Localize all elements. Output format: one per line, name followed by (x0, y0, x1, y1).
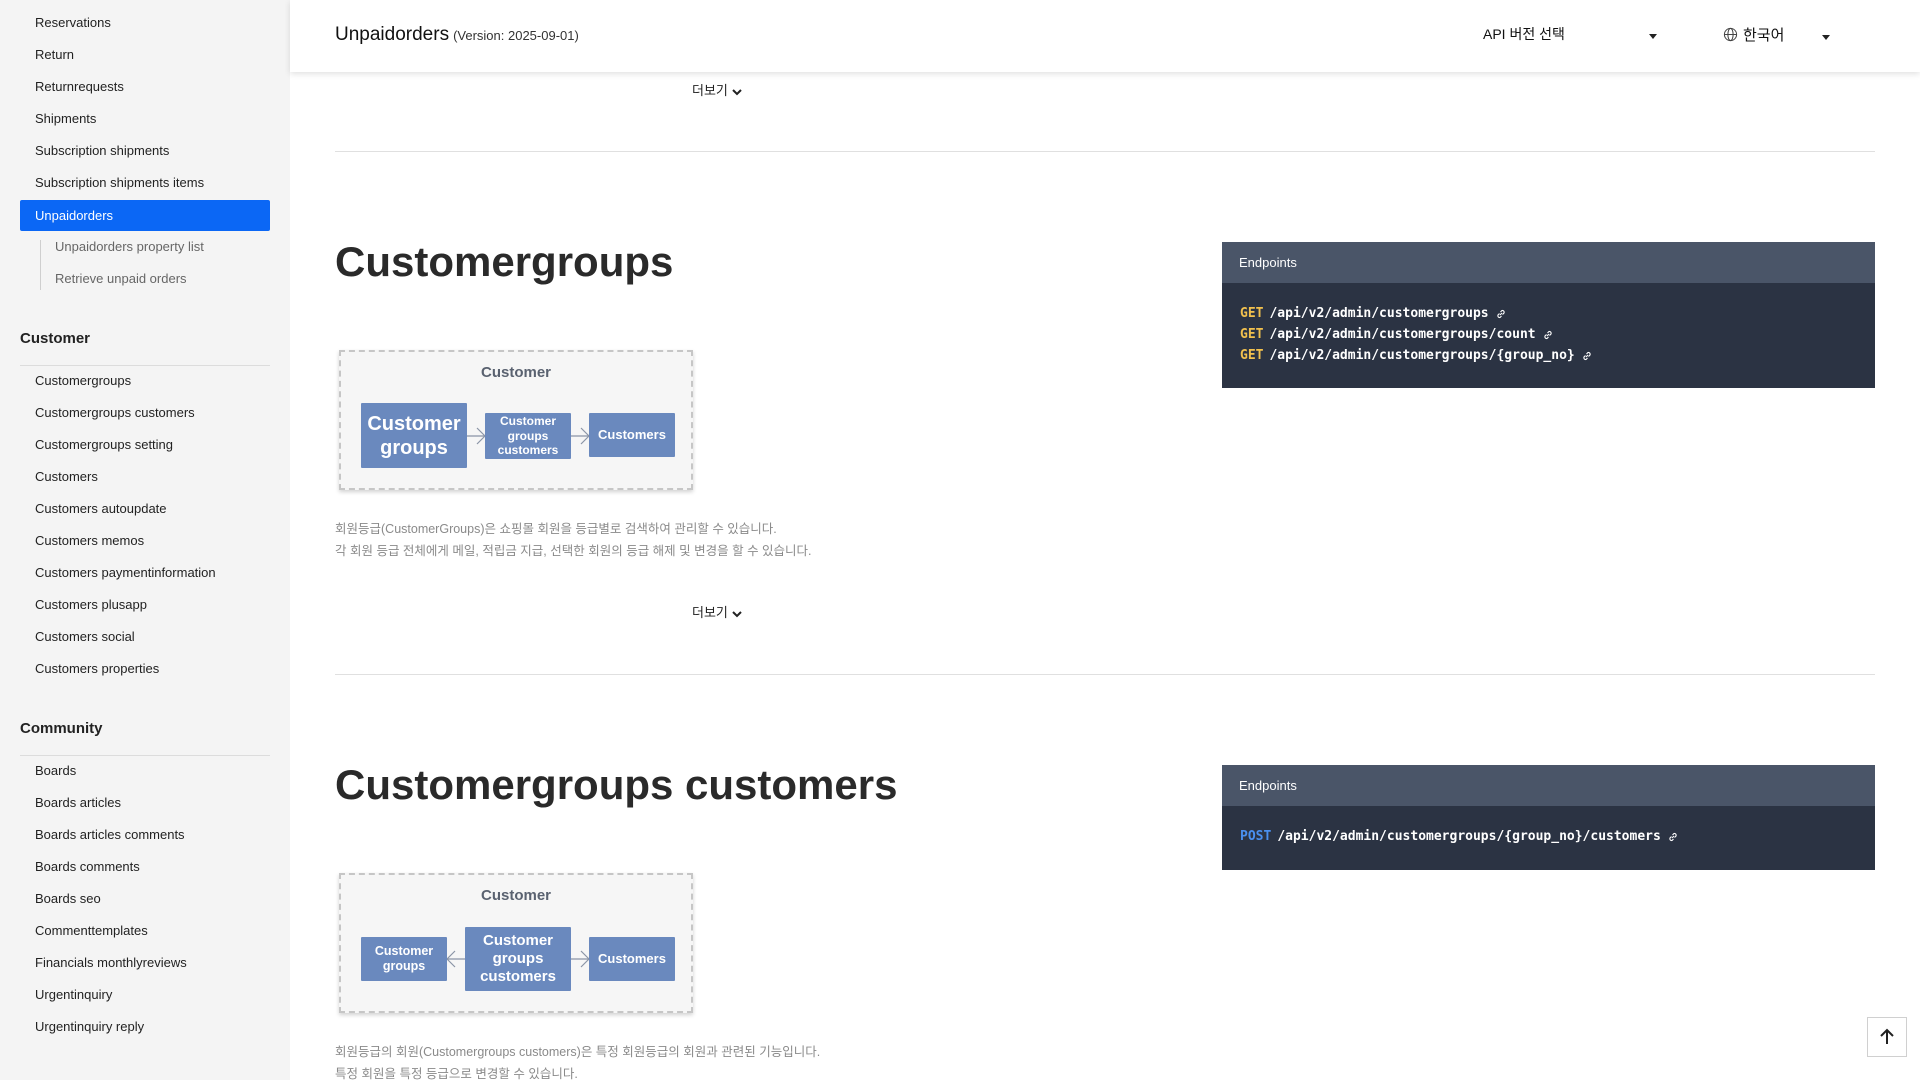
erd-diagram[interactable]: Customer Customer groups Customer groups… (339, 873, 693, 1013)
endpoints-header: Endpoints (1222, 765, 1875, 806)
arrow-up-icon (1880, 1028, 1894, 1044)
sidebar-item-customers-memos[interactable]: Customers memos (35, 533, 144, 549)
sidebar-item-returnrequests[interactable]: Returnrequests (35, 79, 124, 95)
sidebar-item-customers-plusapp[interactable]: Customers plusapp (35, 597, 147, 613)
section-description: 회원등급의 회원(Customergroups customers)은 특정 회… (335, 1041, 820, 1085)
more-button[interactable]: 더보기 (692, 80, 742, 99)
main-content: 더보기 Customergroups Customer Customer gro… (290, 72, 1920, 1081)
sidebar-item-customergroups-setting[interactable]: Customergroups setting (35, 437, 173, 453)
sub-menu-line (40, 240, 41, 290)
sidebar-item-customergroups-customers[interactable]: Customergroups customers (35, 405, 195, 421)
api-version-select[interactable]: API 버전 선택 (1483, 24, 1663, 44)
erd-diagram[interactable]: Customer Customer groups Customer groups… (339, 350, 693, 490)
sidebar-item-boards-articles-comments[interactable]: Boards articles comments (35, 827, 185, 843)
link-icon[interactable] (1495, 308, 1507, 320)
page-title-text: Unpaidorders (335, 24, 450, 45)
divider (20, 755, 270, 756)
entity-customer-groups[interactable]: Customer groups (361, 403, 467, 468)
endpoint-path: /api/v2/admin/customergroups/{group_no}/… (1277, 829, 1661, 844)
http-method: GET (1240, 306, 1264, 321)
entity-customer-groups[interactable]: Customer groups (361, 937, 447, 981)
sidebar-section-community: Community (20, 720, 103, 737)
entity-customer-groups-customers[interactable]: Customer groups customers (465, 927, 571, 991)
sidebar-section-customer: Customer (20, 330, 91, 347)
description-line: 회원등급(CustomerGroups)은 쇼핑몰 회원을 등급별로 검색하여 … (335, 522, 777, 536)
endpoint-line[interactable]: GET/api/v2/admin/customergroups/{group_n… (1222, 345, 1875, 366)
more-button-label: 더보기 (692, 605, 728, 620)
entity-customer-groups-customers[interactable]: Customer groups customers (485, 413, 571, 459)
sidebar-subitem-retrieve-unpaid-orders[interactable]: Retrieve unpaid orders (55, 271, 187, 287)
chevron-down-icon (732, 88, 742, 95)
sidebar-item-customers-autoupdate[interactable]: Customers autoupdate (35, 501, 167, 517)
description-line: 각 회원 등급 전체에게 메일, 적립금 지급, 선택한 회원의 등급 해제 및… (335, 544, 812, 558)
sidebar-item-customers-social[interactable]: Customers social (35, 629, 135, 645)
globe-icon (1723, 27, 1738, 42)
sidebar-item-reservations[interactable]: Reservations (35, 15, 111, 31)
section-title-customergroups-customers: Customergroups customers (335, 761, 898, 808)
sidebar-item-customers-properties[interactable]: Customers properties (35, 661, 159, 677)
more-button-label: 더보기 (692, 83, 728, 98)
sidebar-item-urgentinquiry-reply[interactable]: Urgentinquiry reply (35, 1019, 144, 1035)
endpoints-panel: Endpoints POST/api/v2/admin/customergrou… (1222, 765, 1875, 870)
sidebar-item-commenttemplates[interactable]: Commenttemplates (35, 923, 148, 939)
sidebar-item-return[interactable]: Return (35, 47, 74, 63)
sidebar-item-boards[interactable]: Boards (35, 763, 76, 779)
api-version-select-label: API 버전 선택 (1483, 26, 1565, 42)
caret-down-icon (1822, 35, 1830, 40)
description-line: 회원등급의 회원(Customergroups customers)은 특정 회… (335, 1045, 821, 1059)
sidebar-item-customergroups[interactable]: Customergroups (35, 373, 131, 389)
description-line: 특정 회원을 특정 등급으로 변경할 수 있습니다. (335, 1067, 578, 1081)
http-method: POST (1240, 829, 1272, 844)
link-icon[interactable] (1542, 329, 1554, 341)
sidebar-item-boards-comments[interactable]: Boards comments (35, 859, 140, 875)
sidebar-item-customers-paymentinformation[interactable]: Customers paymentinformation (35, 565, 216, 581)
entity-customers[interactable]: Customers (589, 413, 675, 457)
top-header: Unpaidorders (Version: 2025-09-01) API 버전… (290, 0, 1920, 72)
endpoint-line[interactable]: GET/api/v2/admin/customergroups (1222, 303, 1875, 324)
sidebar-item-boards-articles[interactable]: Boards articles (35, 795, 121, 811)
sidebar-item-boards-seo[interactable]: Boards seo (35, 891, 101, 907)
sidebar-item-subscription-shipments-items[interactable]: Subscription shipments items (35, 175, 204, 191)
section-divider (335, 674, 1875, 675)
endpoint-path: /api/v2/admin/customergroups (1269, 306, 1489, 321)
page-title: Unpaidorders (Version: 2025-09-01) (335, 24, 579, 46)
http-method: GET (1240, 348, 1264, 363)
endpoints-header: Endpoints (1222, 242, 1875, 283)
endpoint-path: /api/v2/admin/customergroups/{group_no} (1269, 348, 1575, 363)
sidebar-item-financials-monthlyreviews[interactable]: Financials monthlyreviews (35, 955, 187, 971)
sidebar-item-shipments[interactable]: Shipments (35, 111, 96, 127)
endpoint-line[interactable]: POST/api/v2/admin/customergroups/{group_… (1222, 826, 1875, 847)
chevron-down-icon (732, 610, 742, 617)
section-description: 회원등급(CustomerGroups)은 쇼핑몰 회원을 등급별로 검색하여 … (335, 518, 812, 562)
sidebar-item-urgentinquiry[interactable]: Urgentinquiry (35, 987, 112, 1003)
sidebar-item-customers[interactable]: Customers (35, 469, 98, 485)
sidebar-item-unpaidorders-active[interactable]: Unpaidorders (20, 200, 270, 231)
section-divider (335, 151, 1875, 152)
divider (20, 365, 270, 366)
endpoint-path: /api/v2/admin/customergroups/count (1269, 327, 1536, 342)
endpoint-line[interactable]: GET/api/v2/admin/customergroups/count (1222, 324, 1875, 345)
page-version: (Version: 2025-09-01) (453, 28, 579, 43)
section-title-customergroups: Customergroups (335, 238, 674, 285)
sidebar-item-subscription-shipments[interactable]: Subscription shipments (35, 143, 169, 159)
link-icon[interactable] (1667, 831, 1679, 843)
scroll-top-button[interactable] (1867, 1017, 1907, 1057)
entity-customers[interactable]: Customers (589, 937, 675, 981)
link-icon[interactable] (1581, 350, 1593, 362)
http-method: GET (1240, 327, 1264, 342)
caret-down-icon (1649, 34, 1657, 39)
endpoints-panel: Endpoints GET/api/v2/admin/customergroup… (1222, 242, 1875, 388)
sidebar: Reservations Return Returnrequests Shipm… (0, 0, 290, 1080)
more-button[interactable]: 더보기 (692, 602, 742, 621)
sidebar-subitem-property-list[interactable]: Unpaidorders property list (55, 239, 204, 255)
language-select-label: 한국어 (1743, 27, 1785, 44)
